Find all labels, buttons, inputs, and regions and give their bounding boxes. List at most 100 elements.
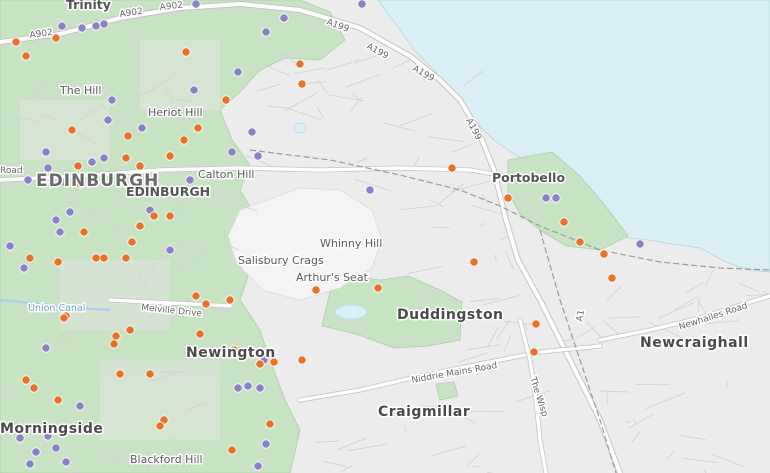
- map-marker-orange[interactable]: [21, 375, 31, 385]
- map-marker-purple[interactable]: [233, 67, 243, 77]
- map-marker-purple[interactable]: [5, 241, 15, 251]
- map-marker-purple[interactable]: [247, 127, 257, 137]
- map-marker-purple[interactable]: [91, 21, 101, 31]
- map-marker-orange[interactable]: [265, 419, 275, 429]
- map-marker-orange[interactable]: [135, 161, 145, 171]
- map-marker-orange[interactable]: [125, 325, 135, 335]
- map-marker-purple[interactable]: [57, 21, 67, 31]
- map-marker-orange[interactable]: [599, 249, 609, 259]
- map-marker-orange[interactable]: [149, 211, 159, 221]
- map-marker-purple[interactable]: [261, 27, 271, 37]
- map-marker-orange[interactable]: [255, 359, 265, 369]
- map-marker-purple[interactable]: [191, 0, 201, 9]
- map-marker-purple[interactable]: [227, 147, 237, 157]
- map-marker-purple[interactable]: [165, 245, 175, 255]
- map-marker-purple[interactable]: [253, 151, 263, 161]
- map-marker-orange[interactable]: [109, 339, 119, 349]
- map-marker-orange[interactable]: [25, 253, 35, 263]
- map-marker-orange[interactable]: [221, 95, 231, 105]
- map-marker-purple[interactable]: [185, 175, 195, 185]
- map-marker-orange[interactable]: [53, 395, 63, 405]
- map-marker-orange[interactable]: [79, 227, 89, 237]
- map-marker-orange[interactable]: [135, 221, 145, 231]
- map-marker-purple[interactable]: [103, 115, 113, 125]
- map-marker-purple[interactable]: [31, 447, 41, 457]
- map-marker-purple[interactable]: [357, 0, 367, 9]
- map-marker-purple[interactable]: [551, 193, 561, 203]
- map-marker-orange[interactable]: [201, 299, 211, 309]
- map-marker-purple[interactable]: [77, 23, 87, 33]
- map-marker-orange[interactable]: [145, 369, 155, 379]
- map-marker-orange[interactable]: [53, 257, 63, 267]
- map-marker-orange[interactable]: [121, 153, 131, 163]
- map-marker-orange[interactable]: [193, 123, 203, 133]
- map-marker-purple[interactable]: [41, 343, 51, 353]
- map-marker-purple[interactable]: [279, 13, 289, 23]
- map-marker-purple[interactable]: [99, 19, 109, 29]
- map-marker-purple[interactable]: [23, 175, 33, 185]
- map-marker-orange[interactable]: [21, 51, 31, 61]
- map-marker-purple[interactable]: [189, 85, 199, 95]
- map-marker-orange[interactable]: [121, 253, 131, 263]
- map-marker-orange[interactable]: [179, 135, 189, 145]
- map-marker-orange[interactable]: [195, 329, 205, 339]
- map-marker-orange[interactable]: [575, 237, 585, 247]
- map-canvas[interactable]: Trinity EDINBURGH EDINBURGH The Hill Her…: [0, 0, 770, 473]
- map-marker-purple[interactable]: [55, 227, 65, 237]
- map-marker-orange[interactable]: [559, 217, 569, 227]
- map-marker-purple[interactable]: [635, 239, 645, 249]
- map-marker-orange[interactable]: [447, 163, 457, 173]
- map-marker-purple[interactable]: [255, 383, 265, 393]
- map-marker-purple[interactable]: [99, 153, 109, 163]
- map-marker-purple[interactable]: [243, 381, 253, 391]
- map-marker-purple[interactable]: [541, 193, 551, 203]
- map-marker-orange[interactable]: [373, 283, 383, 293]
- map-marker-orange[interactable]: [115, 369, 125, 379]
- map-marker-orange[interactable]: [165, 151, 175, 161]
- map-marker-orange[interactable]: [11, 37, 21, 47]
- map-marker-purple[interactable]: [253, 461, 263, 471]
- map-marker-orange[interactable]: [297, 79, 307, 89]
- map-marker-purple[interactable]: [61, 457, 71, 467]
- label-portobello: Portobello: [492, 170, 565, 185]
- map-marker-orange[interactable]: [191, 291, 201, 301]
- map-marker-orange[interactable]: [181, 47, 191, 57]
- map-marker-orange[interactable]: [503, 193, 513, 203]
- map-marker-orange[interactable]: [531, 319, 541, 329]
- map-marker-orange[interactable]: [29, 383, 39, 393]
- map-marker-purple[interactable]: [51, 443, 61, 453]
- map-marker-purple[interactable]: [261, 439, 271, 449]
- map-view[interactable]: Trinity EDINBURGH EDINBURGH The Hill Her…: [0, 0, 770, 473]
- map-marker-purple[interactable]: [137, 123, 147, 133]
- map-marker-purple[interactable]: [75, 401, 85, 411]
- map-marker-purple[interactable]: [365, 185, 375, 195]
- map-marker-orange[interactable]: [127, 237, 137, 247]
- map-marker-orange[interactable]: [607, 273, 617, 283]
- map-marker-orange[interactable]: [123, 131, 133, 141]
- map-marker-orange[interactable]: [67, 125, 77, 135]
- map-marker-orange[interactable]: [227, 445, 237, 455]
- map-marker-orange[interactable]: [111, 331, 121, 341]
- map-marker-orange[interactable]: [295, 59, 305, 69]
- map-marker-purple[interactable]: [87, 157, 97, 167]
- map-marker-orange[interactable]: [91, 253, 101, 263]
- label-salisbury-crags: Salisbury Crags: [238, 254, 324, 267]
- map-marker-purple[interactable]: [107, 95, 117, 105]
- map-marker-orange[interactable]: [73, 161, 83, 171]
- map-marker-orange[interactable]: [155, 421, 165, 431]
- map-marker-orange[interactable]: [225, 295, 235, 305]
- map-marker-orange[interactable]: [297, 355, 307, 365]
- map-marker-orange[interactable]: [529, 347, 539, 357]
- map-marker-orange[interactable]: [99, 253, 109, 263]
- map-marker-purple[interactable]: [41, 147, 51, 157]
- map-marker-orange[interactable]: [311, 285, 321, 295]
- map-marker-orange[interactable]: [59, 313, 69, 323]
- map-marker-orange[interactable]: [165, 211, 175, 221]
- map-marker-purple[interactable]: [233, 383, 243, 393]
- map-marker-purple[interactable]: [65, 207, 75, 217]
- map-marker-purple[interactable]: [25, 459, 35, 469]
- label-a1: A1: [575, 309, 587, 322]
- map-marker-purple[interactable]: [51, 215, 61, 225]
- map-marker-orange[interactable]: [469, 257, 479, 267]
- map-marker-purple[interactable]: [19, 263, 29, 273]
